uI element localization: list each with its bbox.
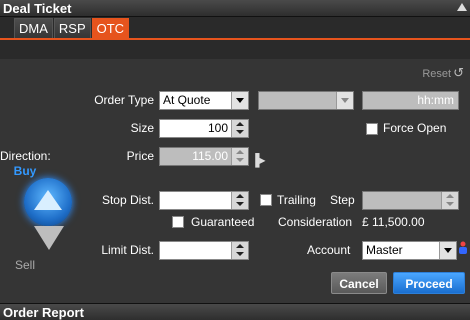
chevron-down-icon xyxy=(336,92,353,109)
account-user-icon[interactable] xyxy=(458,241,468,255)
refresh-icon: ↺ xyxy=(453,65,464,80)
limit-distance-input[interactable] xyxy=(159,241,249,260)
price-stepper-icon xyxy=(231,148,248,165)
order-report-header[interactable]: Order Report xyxy=(0,303,470,320)
proceed-button[interactable]: Proceed xyxy=(393,272,465,294)
limit-distance-label: Limit Dist. xyxy=(101,243,154,257)
time-input: hh:mm xyxy=(362,91,459,110)
time-placeholder: hh:mm xyxy=(417,93,454,107)
price-value: 115.00 xyxy=(192,149,228,163)
size-input[interactable]: 100 xyxy=(159,119,249,138)
step-input xyxy=(362,191,459,210)
account-value: Master xyxy=(366,243,403,257)
consideration-label: Consideration xyxy=(278,215,353,229)
direction-value: Buy xyxy=(13,164,37,178)
reset-button[interactable]: Reset ↺ xyxy=(422,65,464,81)
price-ladder-icon[interactable]: ▐▸ xyxy=(251,153,266,167)
size-value: 100 xyxy=(207,121,228,135)
stop-stepper-icon[interactable] xyxy=(231,192,248,209)
force-open-checkbox[interactable] xyxy=(366,123,378,135)
account-label: Account xyxy=(307,243,351,257)
buy-arrow-icon[interactable] xyxy=(24,178,72,226)
collapse-icon[interactable] xyxy=(457,3,467,11)
chevron-down-icon xyxy=(439,242,456,259)
guaranteed-checkbox[interactable] xyxy=(172,216,184,228)
stop-distance-input[interactable] xyxy=(159,191,249,210)
tab-dma[interactable]: DMA xyxy=(14,18,53,38)
stop-distance-label: Stop Dist. xyxy=(101,193,154,207)
consideration-value: £ 11,500.00 xyxy=(362,215,425,229)
step-stepper-icon xyxy=(441,192,458,209)
order-type-select[interactable]: At Quote xyxy=(159,91,249,110)
account-select[interactable]: Master xyxy=(362,241,457,260)
tab-rsp[interactable]: RSP xyxy=(53,18,91,38)
guaranteed-label: Guaranteed xyxy=(191,215,255,229)
tab-underline xyxy=(0,38,470,40)
order-type-label: Order Type xyxy=(94,93,154,107)
cancel-button[interactable]: Cancel xyxy=(331,272,387,294)
trailing-checkbox[interactable] xyxy=(260,194,272,206)
order-type-value: At Quote xyxy=(163,93,211,107)
order-type-secondary-select xyxy=(258,91,354,110)
reset-label: Reset xyxy=(422,68,452,80)
price-input: 115.00 xyxy=(159,147,249,166)
tab-bar: DMA RSP OTC xyxy=(0,17,470,59)
price-label: Price xyxy=(126,149,154,163)
sell-label: Sell xyxy=(14,258,35,272)
direction-label: Direction: xyxy=(0,149,51,163)
chevron-down-icon xyxy=(231,92,248,109)
force-open-label: Force Open xyxy=(383,121,447,135)
tab-list: DMA RSP OTC xyxy=(14,18,130,38)
sell-arrow-icon[interactable] xyxy=(34,226,64,250)
limit-stepper-icon[interactable] xyxy=(231,242,248,259)
window-title: Deal Ticket xyxy=(3,1,72,16)
tab-otc[interactable]: OTC xyxy=(91,18,130,38)
trailing-label: Trailing xyxy=(277,193,316,207)
deal-ticket-titlebar: Deal Ticket xyxy=(0,0,470,17)
step-label: Step xyxy=(330,193,355,207)
order-report-title: Order Report xyxy=(3,305,84,320)
size-stepper-icon[interactable] xyxy=(231,120,248,137)
size-label: Size xyxy=(130,121,154,135)
